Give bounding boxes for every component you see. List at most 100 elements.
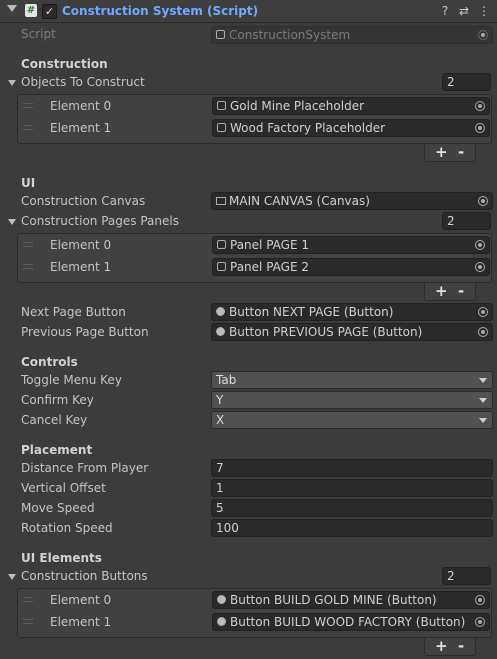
pages-list-controls: + - [424,283,476,301]
element-label: Element 1 [50,260,112,274]
list-item: Element 1 Button BUILD WOOD FACTORY (But… [18,611,491,633]
foldout-arrow-icon[interactable] [8,219,16,225]
distance-from-player-label: Distance From Player [21,461,149,475]
dropdown-value: Y [216,393,224,407]
construction-canvas-label: Construction Canvas [21,194,146,208]
objects-list: Element 0 Gold Mine Placeholder Element … [17,94,492,144]
toggle-menu-key-label: Toggle Menu Key [21,373,122,387]
script-icon: # [25,4,37,17]
object-field[interactable]: Button BUILD WOOD FACTORY (Button) [212,613,490,631]
chevron-down-icon [479,378,487,383]
chevron-down-icon [479,418,487,423]
object-value: Panel PAGE 2 [230,260,309,274]
dropdown-value: Tab [216,373,237,387]
vertical-offset-input[interactable]: 1 [211,479,493,497]
context-menu-icon[interactable]: ⋮ [477,3,491,19]
object-value: Button BUILD WOOD FACTORY (Button) [230,615,466,629]
script-value: ConstructionSystem [229,28,351,42]
remove-element-button[interactable]: - [458,144,464,160]
object-picker-icon[interactable] [475,123,485,133]
object-picker-icon[interactable] [475,240,485,250]
add-element-button[interactable]: + [435,144,448,160]
toggle-menu-key-dropdown[interactable]: Tab [211,371,493,389]
add-element-button[interactable]: + [435,638,448,654]
element-label: Element 1 [50,121,112,135]
cancel-key-dropdown[interactable]: X [211,411,493,429]
list-item: Element 0 Button BUILD GOLD MINE (Button… [18,589,491,611]
buttons-count-field[interactable]: 2 [442,567,491,585]
distance-from-player-input[interactable]: 7 [211,459,493,477]
dropdown-value: X [216,413,225,427]
object-field[interactable]: Panel PAGE 1 [212,236,490,254]
rotation-speed-label: Rotation Speed [21,521,113,535]
objects-count-field[interactable]: 2 [442,73,491,91]
drag-handle-icon[interactable] [23,103,33,108]
object-picker-icon[interactable] [475,262,485,272]
ui-heading: UI [21,176,36,190]
rotation-speed-input[interactable]: 100 [211,519,493,537]
collapse-arrow-icon[interactable] [7,5,17,12]
confirm-key-dropdown[interactable]: Y [211,391,493,409]
element-label: Element 0 [50,99,112,113]
vertical-offset-label: Vertical Offset [21,481,106,495]
drag-handle-icon[interactable] [23,264,33,269]
object-value: Panel PAGE 1 [230,238,309,252]
object-value: Gold Mine Placeholder [230,99,365,113]
previous-page-button-label: Previous Page Button [21,325,149,339]
button-component-icon [217,595,226,604]
prefab-icon [217,240,226,249]
script-label: Script [21,27,56,41]
button-component-icon [216,327,225,336]
enabled-checkbox[interactable]: ✓ [42,4,57,19]
prefab-icon [217,123,226,132]
object-picker-icon[interactable] [475,595,485,605]
button-component-icon [216,307,225,316]
construction-pages-panels-label[interactable]: Construction Pages Panels [21,214,179,228]
foldout-arrow-icon[interactable] [8,80,16,86]
help-icon[interactable]: ? [438,3,452,19]
ui-elements-heading: UI Elements [21,551,102,565]
pages-count-field[interactable]: 2 [442,212,491,230]
construction-buttons-label[interactable]: Construction Buttons [21,569,148,583]
move-speed-input[interactable]: 5 [211,499,493,517]
next-page-button-label: Next Page Button [21,305,126,319]
object-value: Button PREVIOUS PAGE (Button) [229,325,423,339]
canvas-icon [216,197,226,205]
list-item: Element 1 Wood Factory Placeholder [18,117,491,139]
list-item: Element 0 Panel PAGE 1 [18,234,491,256]
construction-canvas-field[interactable]: MAIN CANVAS (Canvas) [211,192,493,210]
object-picker-icon[interactable] [475,101,485,111]
buttons-list-controls: + - [424,638,476,656]
objects-to-construct-label[interactable]: Objects To Construct [21,75,145,89]
cancel-key-label: Cancel Key [21,413,88,427]
script-field[interactable]: ConstructionSystem [211,26,493,44]
foldout-arrow-icon[interactable] [8,574,16,580]
object-picker-icon[interactable] [478,196,488,206]
remove-element-button[interactable]: - [458,638,464,654]
object-field[interactable]: Button BUILD GOLD MINE (Button) [212,591,490,609]
presets-icon[interactable]: ⇄ [457,3,471,19]
object-field[interactable]: Wood Factory Placeholder [212,119,490,137]
move-speed-label: Move Speed [21,501,95,515]
remove-element-button[interactable]: - [458,283,464,299]
element-label: Element 0 [50,593,112,607]
object-picker-icon[interactable] [478,327,488,337]
construction-heading: Construction [21,57,108,71]
object-value: Button BUILD GOLD MINE (Button) [230,593,437,607]
drag-handle-icon[interactable] [23,597,33,602]
object-field[interactable]: Panel PAGE 2 [212,258,490,276]
canvas-value: MAIN CANVAS (Canvas) [229,194,370,208]
object-picker-icon[interactable] [478,307,488,317]
drag-handle-icon[interactable] [23,242,33,247]
drag-handle-icon[interactable] [23,125,33,130]
previous-page-button-field[interactable]: Button PREVIOUS PAGE (Button) [211,323,493,341]
drag-handle-icon[interactable] [23,619,33,624]
object-field[interactable]: Gold Mine Placeholder [212,97,490,115]
prefab-icon [217,101,226,110]
buttons-list: Element 0 Button BUILD GOLD MINE (Button… [17,588,492,638]
pages-list: Element 0 Panel PAGE 1 Element 1 Panel P… [17,233,492,283]
object-picker-icon[interactable] [475,617,485,627]
next-page-button-field[interactable]: Button NEXT PAGE (Button) [211,303,493,321]
add-element-button[interactable]: + [435,283,448,299]
element-label: Element 0 [50,238,112,252]
